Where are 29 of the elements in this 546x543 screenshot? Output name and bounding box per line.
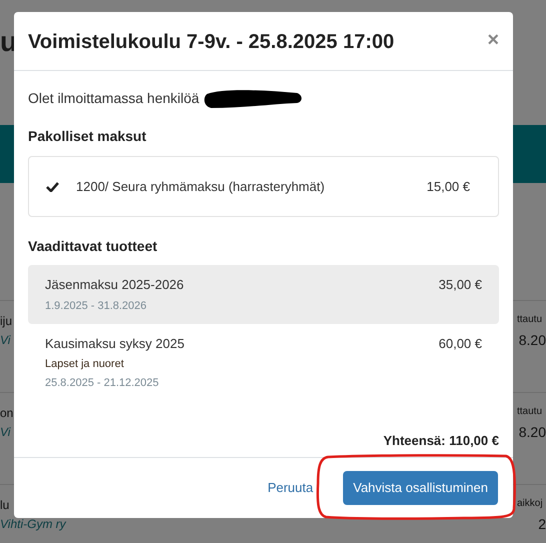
product-subtitle: Lapset ja nuoret [45,357,125,372]
organizer-link[interactable]: Vi [0,424,10,440]
event-title: iju [0,313,12,329]
dialog-title: Voimistelukoulu 7-9v. - 25.8.2025 17:00 [28,30,394,55]
product-name: Kausimaksu syksy 2025 [45,335,184,353]
organizer-link[interactable]: Vihti-Gym ry [0,516,66,532]
event-title: lu [0,497,10,513]
product-name: Jäsenmaksu 2025-2026 [45,276,184,294]
field-value: 2 [538,515,546,533]
product-price: 35,00 € [438,276,482,294]
section-heading: Pakolliset maksut [28,127,148,146]
section-heading: Vaadittavat tuotteet [28,237,158,256]
product-dates: 1.9.2025 - 31.8.2026 [45,299,148,314]
fee-name: 1200/ Seura ryhmämaksu (harrasteryhmät) [76,178,325,196]
field-label: aikkoj [517,497,544,511]
organizer-link[interactable]: Vi [0,332,10,348]
close-button[interactable]: × [487,30,499,50]
field-label: ttautu [517,313,544,327]
confirm-button[interactable]: Vahvista osallistuminen [343,471,498,505]
fee-price: 15,00 € [426,178,470,196]
field-value: 8.20 [518,423,546,441]
product-price: 60,00 € [438,335,482,353]
event-title: on [0,405,14,421]
field-label: ttautu [517,405,544,419]
cancel-link[interactable]: Peruuta [268,478,314,498]
total-text: Yhteensä: 110,00 € [383,432,499,450]
product-dates: 25.8.2025 - 21.12.2025 [45,376,160,391]
field-value: 8.20 [518,331,546,349]
intro-text: Olet ilmoittamassa henkilöä [28,88,200,108]
